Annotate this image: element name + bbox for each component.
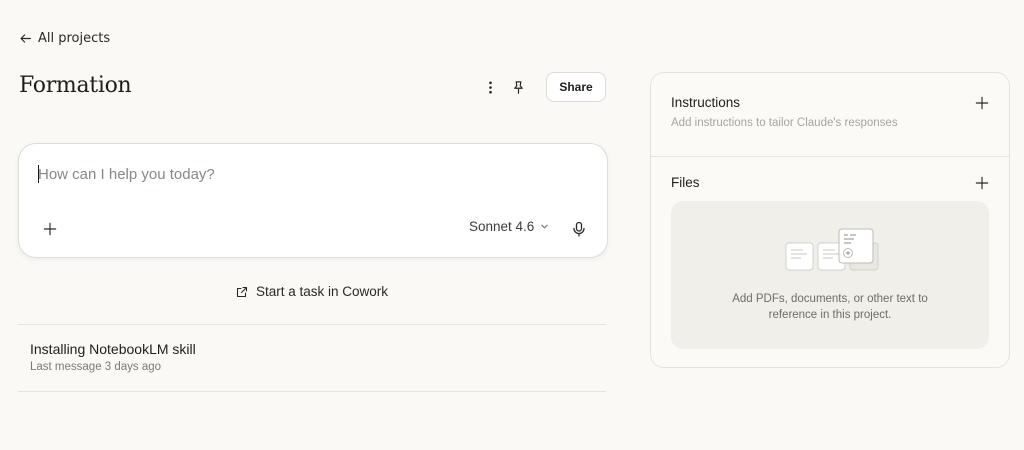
message-input[interactable] (38, 162, 578, 186)
back-to-projects-link[interactable]: All projects (19, 31, 110, 46)
external-link-icon (236, 286, 248, 297)
chat-last-message: Last message 3 days ago (30, 361, 162, 373)
files-heading: Files (671, 175, 700, 190)
chat-composer: Sonnet 4.6 (18, 143, 608, 258)
share-button[interactable]: Share (546, 72, 606, 102)
panel-divider (651, 156, 1009, 157)
files-empty-message: Add PDFs, documents, or other text to re… (671, 291, 989, 323)
microphone-icon (573, 221, 585, 237)
chat-title: Installing NotebookLM skill (30, 341, 196, 357)
instructions-heading: Instructions (671, 95, 741, 110)
start-cowork-task-link[interactable]: Start a task in Cowork (236, 284, 388, 299)
instructions-subtitle: Add instructions to tailor Claude's resp… (671, 117, 898, 129)
add-files-button[interactable] (973, 174, 991, 192)
plus-icon (43, 222, 57, 236)
chevron-down-icon (541, 224, 549, 229)
files-dropzone[interactable]: Add PDFs, documents, or other text to re… (671, 201, 989, 349)
model-selector[interactable]: Sonnet 4.6 (469, 219, 549, 234)
vertical-dots-icon (488, 81, 492, 93)
more-options-button[interactable] (476, 72, 504, 102)
chat-list-item[interactable]: Installing NotebookLM skill Last message… (18, 325, 606, 391)
chat-list-divider-bottom (18, 391, 606, 392)
voice-input-button[interactable] (567, 217, 591, 241)
arrow-left-icon (20, 34, 31, 43)
files-empty-line-1: Add PDFs, documents, or other text to (732, 293, 928, 305)
pin-icon (513, 80, 523, 94)
add-instructions-button[interactable] (973, 94, 991, 112)
cowork-link-label: Start a task in Cowork (256, 284, 389, 299)
page-title: Formation (19, 73, 132, 98)
plus-icon (975, 176, 989, 190)
title-actions: Share (476, 72, 606, 102)
back-link-label: All projects (38, 31, 111, 46)
project-page: All projects Formation Share Sonnet 4.6 (0, 0, 1024, 450)
pin-button[interactable] (504, 72, 532, 102)
model-label: Sonnet 4.6 (469, 219, 535, 234)
documents-illustration (785, 228, 879, 271)
text-caret (38, 165, 39, 183)
project-knowledge-panel: Instructions Add instructions to tailor … (650, 72, 1010, 368)
add-attachment-button[interactable] (39, 218, 61, 240)
plus-icon (975, 96, 989, 110)
files-empty-line-2: reference in this project. (768, 309, 892, 321)
